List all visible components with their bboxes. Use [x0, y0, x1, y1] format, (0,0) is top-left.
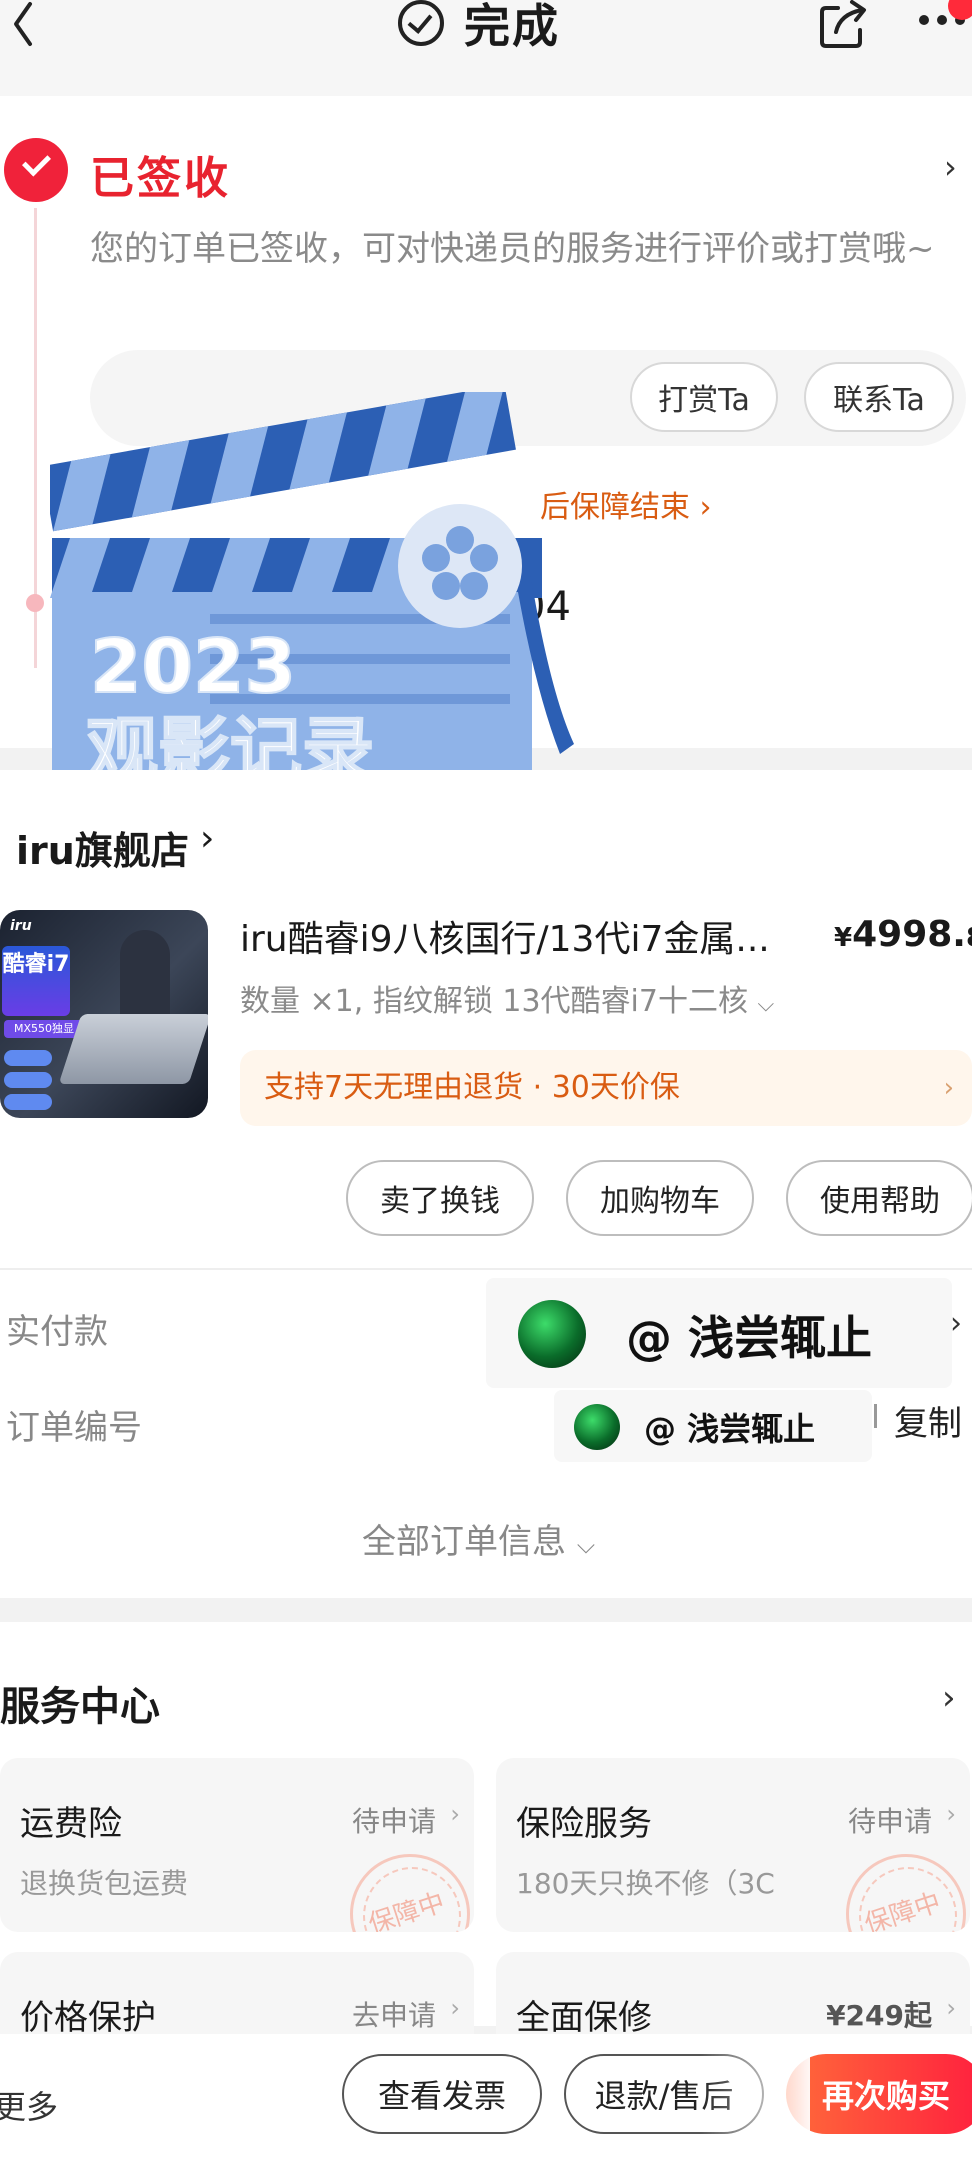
chevron-down-icon: ⌵ [757, 992, 775, 1017]
reward-button[interactable]: 打赏Ta [630, 362, 778, 432]
check-circle-icon [398, 0, 444, 46]
chevron-right-icon: › [946, 1994, 956, 2022]
rebuy-button[interactable]: 再次购买 [786, 2054, 972, 2134]
product-image-chip [4, 1072, 52, 1088]
delivery-status-card: 已签收 › 您的订单已签收，可对快递员的服务进行评价或打赏哦~ 打赏Ta 联系T… [0, 96, 972, 812]
chevron-right-icon[interactable]: › [200, 818, 214, 859]
all-order-info-toggle[interactable]: 全部订单信息 ⌵ [362, 1514, 595, 1563]
price-tail: 8 [966, 923, 972, 953]
chevron-right-icon: › [943, 1073, 954, 1103]
price-symbol: ¥ [834, 923, 853, 953]
tile-name: 价格保护 [20, 1998, 156, 2038]
product-image-tag-line1: 酷睿i7 [2, 952, 70, 977]
chevron-down-icon: ⌵ [576, 1531, 596, 1559]
bottom-action-bar: 更多 查看发票 退款/售后 再次购买 [0, 2034, 972, 2160]
status-title[interactable]: 已签收 [90, 142, 231, 206]
clapperboard-sticker: 2023 观影记录 [50, 392, 574, 812]
product-price: ¥4998.8 [834, 914, 972, 955]
paid-label: 实付款 [6, 1312, 108, 1352]
product-image[interactable]: iru 酷睿i7 MX550独显 [0, 910, 208, 1118]
page-title-group: 完成 [398, 0, 560, 53]
tile-status: ¥249起 [826, 1999, 932, 2032]
tile-description: 退换货包运费 [20, 1867, 189, 1900]
product-title[interactable]: iru酷睿i9八核国行/13代i7金属... [240, 910, 770, 962]
product-spec[interactable]: 数量 ×1, 指纹解锁 13代酷睿i7十二核 ⌵ [240, 976, 774, 1020]
tile-status: 待申请 [351, 1805, 436, 1838]
page-title: 完成 [464, 0, 560, 53]
protected-stamp: 保障中 [846, 1854, 966, 1932]
tile-name: 全面保修 [516, 1998, 652, 2038]
stamp-text: 保障中 [365, 1887, 449, 1932]
tile-name: 保险服务 [516, 1804, 652, 1844]
copy-button[interactable]: 复制 [894, 1396, 962, 1445]
back-icon[interactable] [6, 0, 46, 48]
product-image-figure [120, 930, 170, 1020]
product-image-brand: iru [10, 918, 32, 934]
product-spec-text: 数量 ×1, 指纹解锁 13代酷睿i7十二核 [240, 984, 748, 1019]
more-link[interactable]: 更多 [0, 2082, 58, 2128]
product-image-tag: 酷睿i7 [2, 946, 70, 1016]
shop-name[interactable]: iru旗舰店 [16, 820, 189, 875]
separator [874, 1404, 877, 1428]
watermark-overlay: @ 浅尝辄止 [486, 1278, 952, 1388]
service-tile-shipping-insurance[interactable]: 运费险 待申请 › 退换货包运费 保障中 [0, 1758, 474, 1932]
product-image-chip [4, 1094, 52, 1110]
tile-status: 待申请 [847, 1805, 932, 1838]
watermark-overlay: @ 浅尝辄止 [554, 1390, 872, 1462]
tile-name: 运费险 [20, 1804, 122, 1844]
chevron-right-icon[interactable]: › [942, 1678, 956, 1718]
product-image-laptop [58, 1014, 208, 1084]
promo-text: 支持7天无理由退货 · 30天价保 [264, 1070, 680, 1105]
order-number-label: 订单编号 [6, 1408, 142, 1448]
tile-status: 去申请 [351, 1999, 436, 2032]
status-description: 您的订单已签收，可对快递员的服务进行评价或打赏哦~ [90, 229, 935, 269]
protected-stamp: 保障中 [350, 1854, 470, 1932]
tile-description: 180天只换不修（3C [516, 1867, 775, 1900]
all-order-info-label: 全部订单信息 [362, 1522, 566, 1562]
view-invoice-button[interactable]: 查看发票 [342, 2054, 542, 2134]
timeline-dot [26, 594, 44, 612]
sell-button[interactable]: 卖了换钱 [346, 1160, 534, 1236]
service-center-title[interactable]: 服务中心 [0, 1674, 160, 1732]
promo-banner[interactable]: 支持7天无理由退货 · 30天价保 › [240, 1050, 972, 1126]
chevron-right-icon[interactable]: › [950, 1306, 962, 1341]
signed-check-icon [4, 138, 68, 202]
watermark-text: @ 浅尝辄止 [644, 1410, 816, 1448]
add-to-cart-button[interactable]: 加购物车 [566, 1160, 754, 1236]
chevron-right-icon: › [946, 1800, 956, 1828]
contact-button[interactable]: 联系Ta [804, 362, 954, 432]
stamp-text: 保障中 [861, 1887, 945, 1932]
sticker-year: 2023 [90, 624, 296, 710]
chevron-right-icon[interactable]: › [944, 148, 957, 186]
price-main: 4998. [852, 914, 966, 955]
chevron-right-icon: › [450, 1994, 460, 2022]
top-bar: 完成 [0, 0, 972, 96]
fade-overlay [700, 2052, 810, 2138]
share-icon[interactable] [818, 0, 868, 48]
service-center-card: 服务中心 › 运费险 待申请 › 退换货包运费 保障中 保险服务 待申请 › 1… [0, 1622, 972, 2052]
divider [0, 1268, 972, 1270]
product-image-chip [4, 1050, 52, 1066]
avatar [574, 1404, 620, 1450]
help-button[interactable]: 使用帮助 [786, 1160, 972, 1236]
service-tile-insurance[interactable]: 保险服务 待申请 › 180天只换不修（3C 保障中 [496, 1758, 970, 1932]
order-card: iru旗舰店 › iru 酷睿i7 MX550独显 iru酷睿i9八核国行/13… [0, 770, 972, 1598]
avatar [518, 1300, 586, 1368]
watermark-text: @ 浅尝辄止 [626, 1311, 873, 1365]
product-image-subtag: MX550独显 [4, 1020, 84, 1038]
chevron-right-icon: › [450, 1800, 460, 1828]
